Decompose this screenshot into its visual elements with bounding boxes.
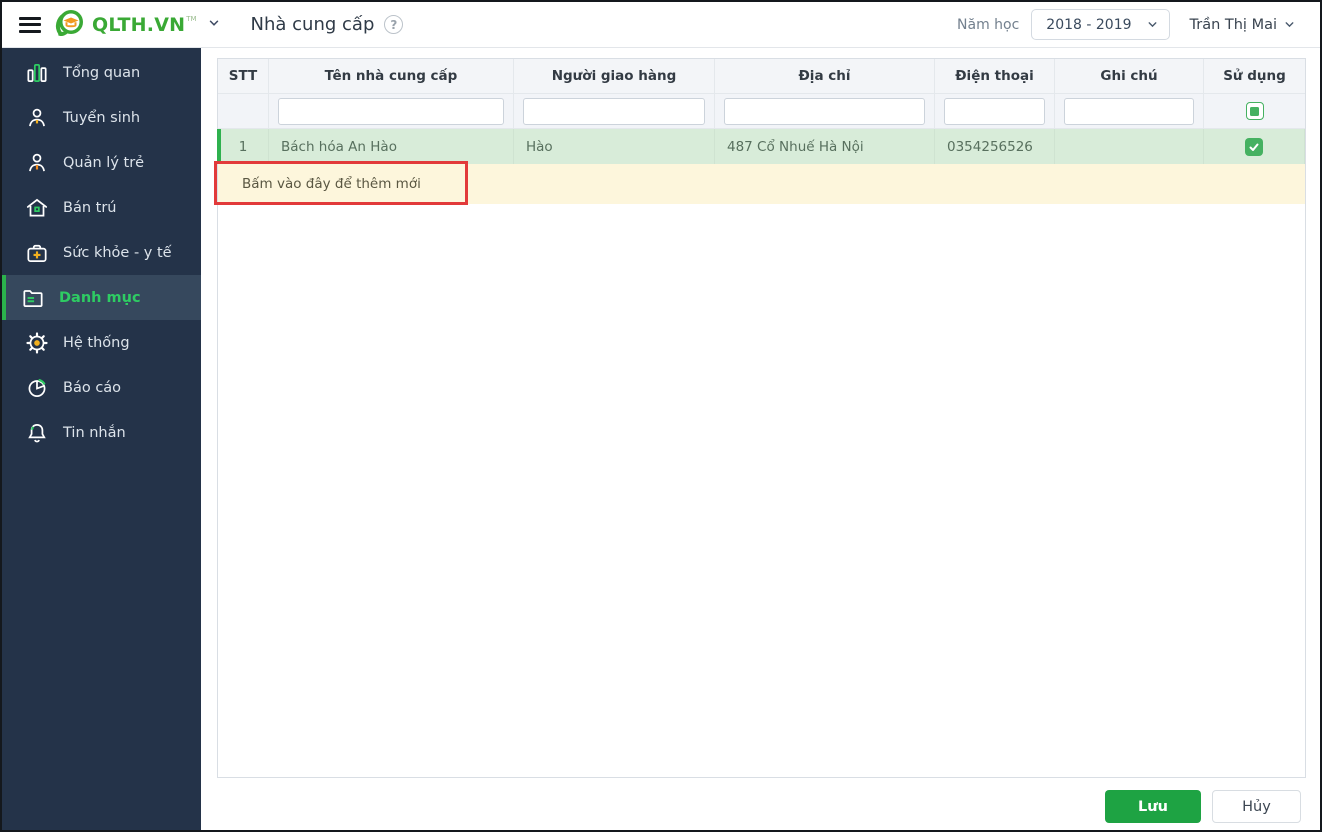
- row-checkbox[interactable]: [1245, 137, 1263, 156]
- house-icon: [23, 194, 50, 221]
- filter-cell-in-use: [1204, 94, 1305, 128]
- sidebar-item-danh-muc[interactable]: Danh mục: [2, 275, 201, 320]
- sidebar-item-label: Bán trú: [63, 199, 117, 216]
- school-year-select[interactable]: 2018 - 2019: [1031, 9, 1170, 40]
- check-icon: [1249, 143, 1259, 151]
- filter-input-address[interactable]: [724, 97, 925, 125]
- column-header-phone[interactable]: Điện thoại: [935, 59, 1055, 93]
- student-icon: [23, 104, 50, 131]
- cell-name[interactable]: Bách hóa An Hào: [269, 129, 514, 164]
- sidebar-item-bao-cao[interactable]: Báo cáo: [2, 365, 201, 410]
- filter-cell-name: [269, 94, 514, 128]
- select-all-checkbox[interactable]: [1245, 102, 1264, 120]
- sidebar-item-he-thong[interactable]: Hệ thống: [2, 320, 201, 365]
- row-selected-indicator: [217, 129, 221, 164]
- app-window: QLTH.VN TM Nhà cung cấp ? Năm học 2018 -…: [0, 0, 1322, 832]
- column-header-name[interactable]: Tên nhà cung cấp: [269, 59, 514, 93]
- brand-chevron-down-icon[interactable]: [207, 15, 221, 34]
- sidebar-item-label: Danh mục: [59, 289, 141, 306]
- cell-phone[interactable]: 0354256526: [935, 129, 1055, 164]
- main-content: STT Tên nhà cung cấp Người giao hàng Địa…: [201, 48, 1320, 830]
- topbar: QLTH.VN TM Nhà cung cấp ? Năm học 2018 -…: [2, 2, 1320, 48]
- checkbox-indeterminate-mark: [1250, 106, 1259, 116]
- logo-icon: [54, 7, 86, 43]
- table-row[interactable]: 1 Bách hóa An Hào Hào 487 Cổ Nhuế Hà Nội…: [217, 129, 1305, 164]
- filter-cell-deliverer: [514, 94, 715, 128]
- suppliers-table: STT Tên nhà cung cấp Người giao hàng Địa…: [217, 58, 1306, 778]
- bell-icon: [23, 419, 50, 446]
- filter-input-name[interactable]: [278, 97, 504, 125]
- sidebar-item-label: Hệ thống: [63, 334, 130, 351]
- user-name: Trần Thị Mai: [1189, 16, 1277, 33]
- column-header-note[interactable]: Ghi chú: [1055, 59, 1204, 93]
- filter-input-note[interactable]: [1064, 97, 1194, 125]
- page-title: Nhà cung cấp: [250, 14, 375, 35]
- help-glyph: ?: [390, 17, 398, 32]
- sidebar-item-tong-quan[interactable]: Tổng quan: [2, 50, 201, 95]
- school-year-value: 2018 - 2019: [1046, 16, 1132, 33]
- page-title-area: Nhà cung cấp ?: [251, 14, 404, 35]
- school-year-label: Năm học: [957, 16, 1020, 33]
- sidebar: Tổng quan Tuyển sinh Quản lý trẻ Bán trú…: [2, 48, 201, 830]
- gear-icon: [23, 329, 50, 356]
- cell-note[interactable]: [1055, 129, 1204, 164]
- child-manage-icon: [23, 149, 50, 176]
- sidebar-item-quan-ly-tre[interactable]: Quản lý trẻ: [2, 140, 201, 185]
- sidebar-item-tuyen-sinh[interactable]: Tuyển sinh: [2, 95, 201, 140]
- column-header-deliverer[interactable]: Người giao hàng: [514, 59, 715, 93]
- sidebar-item-label: Báo cáo: [63, 379, 122, 396]
- table-header-row: STT Tên nhà cung cấp Người giao hàng Địa…: [218, 59, 1305, 94]
- cell-stt: 1: [218, 129, 269, 164]
- table-filter-row: [218, 94, 1305, 129]
- filter-input-phone[interactable]: [944, 97, 1045, 125]
- filter-input-deliverer[interactable]: [523, 97, 705, 125]
- sidebar-item-ban-tru[interactable]: Bán trú: [2, 185, 201, 230]
- user-menu[interactable]: Trần Thị Mai: [1190, 17, 1296, 33]
- sidebar-item-suc-khoe[interactable]: Sức khỏe - y tế: [2, 230, 201, 275]
- pie-chart-icon: [23, 374, 50, 401]
- medical-bag-icon: [23, 239, 50, 266]
- filter-cell-address: [715, 94, 935, 128]
- cell-deliverer[interactable]: Hào: [514, 129, 715, 164]
- sidebar-item-label: Tuyển sinh: [63, 109, 141, 126]
- chevron-down-icon: [1148, 22, 1156, 28]
- sidebar-item-label: Quản lý trẻ: [63, 154, 145, 171]
- cancel-button[interactable]: Hủy: [1212, 790, 1301, 823]
- save-button[interactable]: Lưu: [1105, 790, 1201, 823]
- sidebar-item-tin-nhan[interactable]: Tin nhắn: [2, 410, 201, 455]
- topbar-right: Năm học 2018 - 2019 Trần Thị Mai: [957, 9, 1296, 40]
- add-new-label: Bấm vào đây để thêm mới: [242, 176, 421, 192]
- sidebar-item-label: Tin nhắn: [63, 424, 126, 441]
- brand-name: QLTH.VN: [92, 13, 186, 36]
- column-header-in-use[interactable]: Sử dụng: [1204, 59, 1305, 93]
- brand-logo[interactable]: QLTH.VN TM: [54, 7, 221, 43]
- hamburger-menu-icon[interactable]: [19, 16, 41, 33]
- cell-address[interactable]: 487 Cổ Nhuế Hà Nội: [715, 129, 935, 164]
- filter-cell-note: [1055, 94, 1204, 128]
- column-header-stt[interactable]: STT: [218, 59, 269, 93]
- cell-in-use: [1204, 129, 1305, 164]
- sidebar-item-label: Tổng quan: [63, 64, 141, 81]
- help-icon[interactable]: ?: [384, 15, 404, 34]
- brand-trademark: TM: [186, 14, 197, 23]
- folder-icon: [19, 284, 46, 311]
- filter-cell-stt: [218, 94, 269, 128]
- column-header-address[interactable]: Địa chỉ: [715, 59, 935, 93]
- add-new-row[interactable]: Bấm vào đây để thêm mới: [218, 164, 1305, 204]
- sidebar-item-label: Sức khỏe - y tế: [63, 244, 172, 261]
- filter-cell-phone: [935, 94, 1055, 128]
- chevron-down-icon: [1285, 22, 1294, 28]
- bar-chart-icon: [23, 59, 50, 86]
